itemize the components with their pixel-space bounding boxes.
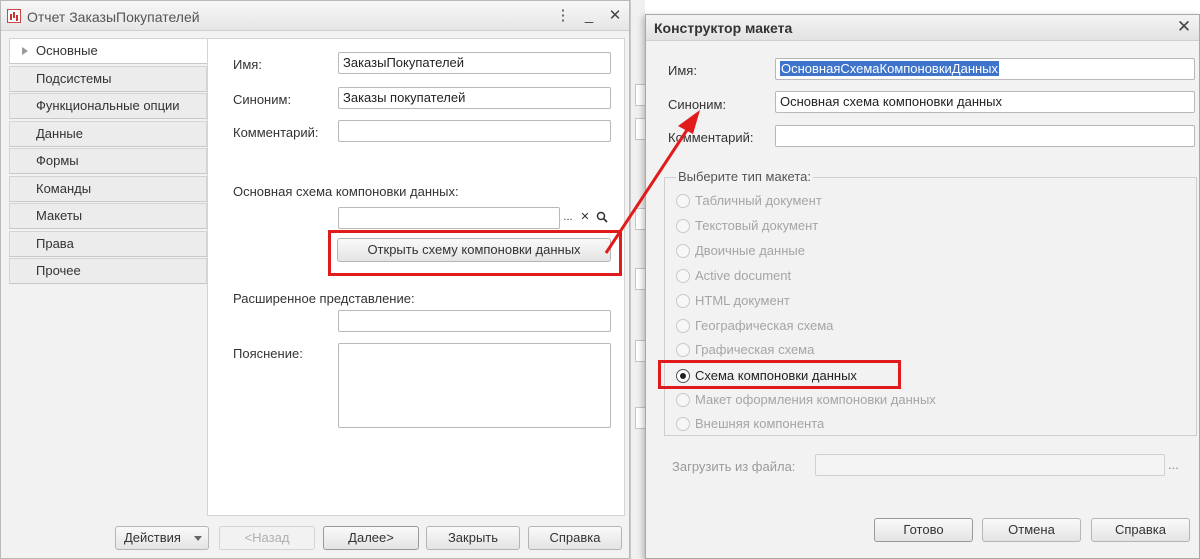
- tab-rights[interactable]: Права: [9, 231, 207, 257]
- tab-subsystems[interactable]: Подсистемы: [9, 66, 207, 92]
- select-ellipsis-button[interactable]: ...: [561, 207, 575, 227]
- radio-label: HTML документ: [695, 293, 790, 308]
- name-value: ОсновнаяСхемаКомпоновкиДанных: [780, 61, 1000, 76]
- synonym-field[interactable]: Заказы покупателей: [338, 87, 611, 109]
- radio-label: Внешняя компонента: [695, 416, 825, 431]
- close-button[interactable]: Закрыть: [426, 526, 520, 550]
- radio-label: Графическая схема: [695, 342, 815, 357]
- close-icon[interactable]: ✕: [605, 6, 625, 26]
- radio-button[interactable]: [676, 393, 690, 407]
- main-schema-label: Основная схема компоновки данных:: [233, 184, 459, 199]
- help-button[interactable]: Справка: [528, 526, 622, 550]
- layout-constructor-dialog: Конструктор макета ✕ Имя: ОсновнаяСхемаК…: [645, 14, 1200, 559]
- highlight-frame-open-schema: [328, 230, 622, 276]
- comment-label: Комментарий:: [233, 125, 319, 140]
- load-from-file-label: Загрузить из файла:: [672, 459, 796, 474]
- load-from-file-button[interactable]: ...: [1168, 457, 1179, 472]
- layout-type-group-title: Выберите тип макета:: [676, 169, 814, 184]
- dialog-titlebar: Конструктор макета ✕: [646, 15, 1199, 41]
- close-icon[interactable]: ✕: [1174, 17, 1194, 37]
- radio-label: Двоичные данные: [695, 243, 805, 258]
- report-icon: [7, 9, 21, 23]
- more-icon[interactable]: ⋮: [553, 6, 573, 26]
- cancel-button[interactable]: Отмена: [982, 518, 1081, 542]
- radio-button[interactable]: [676, 219, 690, 233]
- comment-label: Комментарий:: [668, 130, 754, 145]
- radio-label: Табличный документ: [695, 193, 822, 208]
- chevron-down-icon: [194, 536, 202, 541]
- actions-label: Действия: [124, 530, 181, 545]
- report-window-title: Отчет ЗаказыПокупателей: [27, 9, 200, 25]
- clear-icon[interactable]: ✕: [578, 207, 592, 227]
- main-tab-panel: [207, 38, 625, 516]
- load-from-file-field: [815, 454, 1165, 476]
- search-icon[interactable]: [595, 207, 609, 227]
- extended-representation-label: Расширенное представление:: [233, 291, 415, 306]
- done-button[interactable]: Готово: [874, 518, 973, 542]
- radio-button[interactable]: [676, 194, 690, 208]
- radio-button[interactable]: [676, 417, 690, 431]
- name-field[interactable]: ОсновнаяСхемаКомпоновкиДанных: [775, 58, 1195, 80]
- name-field[interactable]: ЗаказыПокупателей: [338, 52, 611, 74]
- radio-label: Текстовый документ: [695, 218, 819, 233]
- radio-button[interactable]: [676, 269, 690, 283]
- report-window: Отчет ЗаказыПокупателей ⋮ _ ✕ Основные П…: [0, 0, 630, 559]
- radio-button[interactable]: [676, 244, 690, 258]
- maximize-icon[interactable]: [581, 6, 601, 26]
- radio-button[interactable]: [676, 343, 690, 357]
- actions-button[interactable]: Действия: [115, 526, 209, 550]
- tab-commands[interactable]: Команды: [9, 176, 207, 202]
- explanation-field[interactable]: [338, 343, 611, 428]
- tab-main[interactable]: Основные: [9, 38, 208, 64]
- tab-other[interactable]: Прочее: [9, 258, 207, 284]
- main-schema-field[interactable]: [338, 207, 560, 229]
- synonym-label: Синоним:: [233, 92, 292, 107]
- back-button[interactable]: <Назад: [219, 526, 315, 550]
- tab-functional-options[interactable]: Функциональные опции: [9, 93, 207, 119]
- name-label: Имя:: [233, 57, 262, 72]
- tab-layouts[interactable]: Макеты: [9, 203, 207, 229]
- synonym-field[interactable]: Основная схема компоновки данных: [775, 91, 1195, 113]
- background-window-strip: [630, 0, 646, 559]
- radio-label: Active document: [695, 268, 792, 283]
- dialog-title: Конструктор макета: [654, 20, 793, 36]
- report-window-titlebar: Отчет ЗаказыПокупателей ⋮ _ ✕: [1, 1, 629, 31]
- next-button[interactable]: Далее>: [323, 526, 419, 550]
- extended-representation-field[interactable]: [338, 310, 611, 332]
- radio-label: Географическая схема: [695, 318, 834, 333]
- help-button[interactable]: Справка: [1091, 518, 1190, 542]
- comment-field[interactable]: [775, 125, 1195, 147]
- radio-button[interactable]: [676, 319, 690, 333]
- explanation-label: Пояснение:: [233, 346, 303, 361]
- tab-forms[interactable]: Формы: [9, 148, 207, 174]
- radio-button[interactable]: [676, 294, 690, 308]
- name-label: Имя:: [668, 63, 697, 78]
- synonym-label: Синоним:: [668, 97, 727, 112]
- radio-label: Макет оформления компоновки данных: [695, 392, 936, 407]
- comment-field[interactable]: [338, 120, 611, 142]
- highlight-frame-selected-type: [658, 360, 901, 389]
- tab-data[interactable]: Данные: [9, 121, 207, 147]
